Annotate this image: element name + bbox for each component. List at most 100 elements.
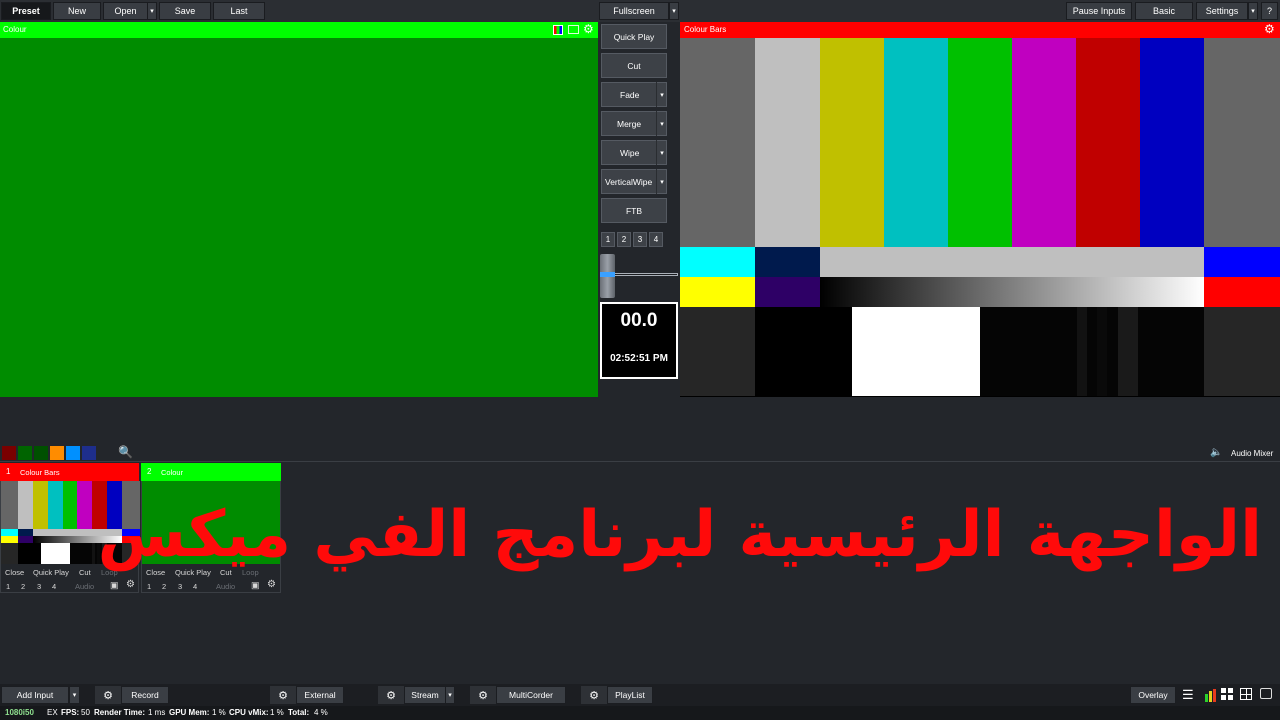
- external-button[interactable]: External: [296, 686, 344, 704]
- input-1-number-3[interactable]: 3: [37, 582, 41, 591]
- basic-button[interactable]: Basic: [1135, 2, 1193, 20]
- transition-number-2[interactable]: 2: [617, 232, 631, 247]
- transition-number-3[interactable]: 3: [633, 232, 647, 247]
- quick-play-button[interactable]: Quick Play: [601, 24, 667, 49]
- merge-dropdown-arrow[interactable]: ▾: [656, 111, 667, 136]
- meter-yellow: [1209, 691, 1212, 702]
- output-low-red: [1204, 277, 1280, 307]
- thumb-low-yellow: [1, 536, 19, 544]
- thumb-top-bar: [33, 481, 49, 530]
- multiview-grid-icon[interactable]: [1221, 688, 1233, 700]
- status-fps-label: FPS:: [61, 708, 80, 717]
- status-render-label: Render Time:: [94, 708, 145, 717]
- output-bottom-left-grey: [680, 307, 755, 396]
- colour-filter-swatch[interactable]: [18, 446, 32, 460]
- record-button[interactable]: Record: [121, 686, 169, 704]
- output-top-bar: [1140, 38, 1204, 247]
- input-1-number: 1: [6, 467, 11, 476]
- output-pluge-1: [1077, 307, 1087, 396]
- thumb-top-bar: [18, 481, 34, 530]
- settings-button[interactable]: Settings: [1196, 2, 1248, 20]
- input-1-number-2[interactable]: 2: [21, 582, 25, 591]
- audio-mixer-label[interactable]: Audio Mixer: [1231, 449, 1273, 458]
- output-mid-blue: [1204, 247, 1280, 277]
- add-input-dropdown-arrow[interactable]: ▾: [69, 686, 80, 704]
- overlay-title: الواجهة الرئيسية لبرنامج الفي ميكس: [97, 498, 1262, 572]
- open-dropdown-arrow[interactable]: ▾: [147, 2, 157, 20]
- colour-filter-swatch[interactable]: [66, 446, 80, 460]
- status-cpu: 1 %: [270, 708, 284, 717]
- transition-number-1[interactable]: 1: [601, 232, 615, 247]
- status-ex: EX: [47, 708, 58, 717]
- thumb-top-bar: [77, 481, 93, 530]
- list-view-icon[interactable]: ☰: [1182, 686, 1194, 704]
- output-low-yellow: [680, 277, 755, 307]
- last-button[interactable]: Last: [213, 2, 265, 20]
- stream-dropdown-arrow[interactable]: ▾: [445, 686, 455, 704]
- playlist-gear-icon[interactable]: ⚙: [581, 686, 607, 704]
- output-title: Colour Bars: [684, 25, 727, 34]
- search-icon[interactable]: 🔍: [118, 445, 133, 459]
- output-title-bar: [680, 22, 1280, 38]
- colour-filter-swatch[interactable]: [34, 446, 48, 460]
- colour-icon[interactable]: [553, 25, 563, 35]
- output-mid-cyan: [680, 247, 755, 277]
- ftb-button[interactable]: FTB: [601, 198, 667, 223]
- colour-filter-swatch[interactable]: [50, 446, 64, 460]
- overlay-button[interactable]: Overlay: [1130, 686, 1176, 704]
- output-top-bar: [820, 38, 884, 247]
- meter-red: [1213, 689, 1216, 702]
- open-button[interactable]: Open: [103, 2, 148, 20]
- input-1-cut-button[interactable]: Cut: [79, 568, 91, 577]
- help-button[interactable]: ?: [1261, 2, 1278, 20]
- input-1-name: Colour Bars: [20, 468, 60, 477]
- preview-gear-icon[interactable]: ⚙: [583, 22, 594, 36]
- pause-inputs-button[interactable]: Pause Inputs: [1066, 2, 1132, 20]
- input-1-quick-play-button[interactable]: Quick Play: [33, 568, 69, 577]
- stream-button[interactable]: Stream: [404, 686, 446, 704]
- status-render: 1 ms: [148, 708, 166, 717]
- grid-large-icon[interactable]: [1240, 688, 1252, 700]
- fade-dropdown-arrow[interactable]: ▾: [656, 82, 667, 107]
- status-resolution: 1080i50: [5, 708, 34, 717]
- vertical-wipe-dropdown-arrow[interactable]: ▾: [656, 169, 667, 194]
- preview-title-bar: [0, 22, 598, 38]
- colour-filter-swatch[interactable]: [82, 446, 96, 460]
- wipe-dropdown-arrow[interactable]: ▾: [656, 140, 667, 165]
- add-input-button[interactable]: Add Input: [1, 686, 69, 704]
- output-top-bar: [680, 38, 755, 247]
- status-gpu-label: GPU Mem:: [169, 708, 210, 717]
- settings-dropdown-arrow[interactable]: ▾: [1248, 2, 1258, 20]
- playlist-button[interactable]: PlayList: [607, 686, 653, 704]
- output-low-ramp: [820, 277, 1204, 307]
- transition-number-4[interactable]: 4: [649, 232, 663, 247]
- snapshot-camera-icon[interactable]: [1260, 688, 1272, 699]
- audio-level-meter-icon: [1205, 689, 1217, 702]
- preview-panel: [0, 22, 598, 397]
- input-1-audio-button[interactable]: Audio: [75, 582, 94, 591]
- lower-area-divider: [0, 461, 1280, 462]
- output-gear-icon[interactable]: ⚙: [1264, 22, 1275, 36]
- multicorder-button[interactable]: MultiCorder: [496, 686, 566, 704]
- status-total-label: Total:: [288, 708, 310, 717]
- thumb-top-bar: [1, 481, 19, 530]
- multicorder-gear-icon[interactable]: ⚙: [470, 686, 496, 704]
- colour-filter-swatch[interactable]: [2, 446, 16, 460]
- cut-button[interactable]: Cut: [601, 53, 667, 78]
- status-gpu: 1 %: [212, 708, 226, 717]
- save-button[interactable]: Save: [159, 2, 211, 20]
- input-1-close-button[interactable]: Close: [5, 568, 24, 577]
- input-1-number-1[interactable]: 1: [6, 582, 10, 591]
- output-top-bar: [1012, 38, 1076, 247]
- input-1-number-4[interactable]: 4: [52, 582, 56, 591]
- speaker-icon[interactable]: 🔈: [1210, 447, 1222, 458]
- thumb-bottom-left-grey: [1, 543, 19, 565]
- new-button[interactable]: New: [53, 2, 101, 20]
- screen-icon[interactable]: [568, 25, 579, 34]
- stream-gear-icon[interactable]: ⚙: [378, 686, 404, 704]
- external-gear-icon[interactable]: ⚙: [270, 686, 296, 704]
- fullscreen-dropdown-arrow[interactable]: ▾: [669, 2, 679, 20]
- fullscreen-button[interactable]: Fullscreen: [599, 2, 669, 20]
- record-gear-icon[interactable]: ⚙: [95, 686, 121, 704]
- preset-button[interactable]: Preset: [1, 2, 51, 20]
